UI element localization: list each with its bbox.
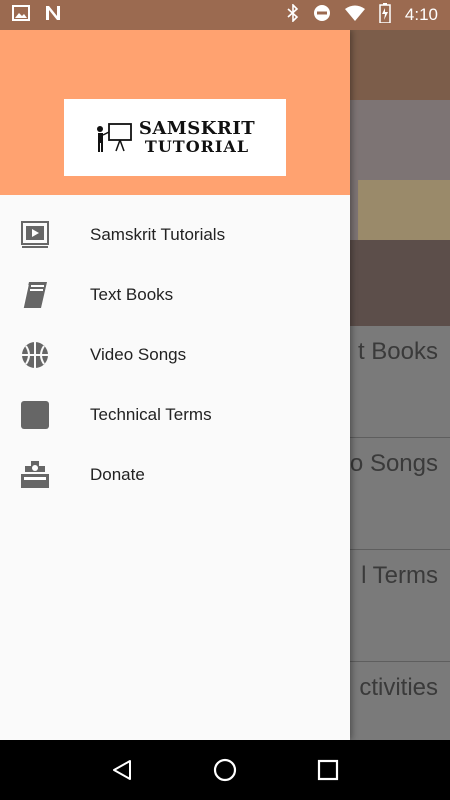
bg-row-technical-terms: l Terms — [350, 550, 450, 662]
menu-item-label: Technical Terms — [90, 405, 212, 424]
bg-row-text-books: t Books — [350, 326, 450, 438]
menu-item-label: Text Books — [90, 285, 174, 304]
wifi-icon — [344, 5, 365, 26]
menu-item-donate[interactable]: Donate — [0, 445, 350, 505]
drawer-menu: Samskrit Tutorials Text Books Video Song… — [0, 205, 350, 505]
logo-text-line2: TUTORIAL — [144, 136, 250, 156]
book-icon — [19, 279, 51, 311]
battery-icon — [379, 2, 391, 28]
menu-item-label: Donate — [90, 465, 145, 484]
basketball-icon — [19, 339, 51, 371]
system-navigation-bar — [0, 740, 450, 800]
square-icon — [19, 399, 51, 431]
bluetooth-icon — [287, 2, 299, 27]
recents-icon[interactable] — [313, 755, 343, 785]
menu-item-label: Video Songs — [90, 345, 187, 364]
donate-box-icon — [19, 459, 51, 491]
drawer-header: SAMSKRIT TUTORIAL — [0, 30, 350, 195]
image-icon — [12, 4, 30, 26]
teacher-board-icon — [96, 122, 132, 152]
menu-item-samskrit-tutorials[interactable]: Samskrit Tutorials — [0, 205, 350, 265]
menu-item-video-songs[interactable]: Video Songs — [0, 325, 350, 385]
menu-item-technical-terms[interactable]: Technical Terms — [0, 385, 350, 445]
video-player-icon — [19, 219, 51, 251]
clock: 4:10 — [404, 5, 438, 24]
home-icon[interactable] — [210, 755, 240, 785]
logo-text-line1: SAMSKRIT — [138, 117, 256, 139]
app-logo: SAMSKRIT TUTORIAL — [64, 99, 286, 176]
navigation-drawer: SAMSKRIT TUTORIAL Samskrit Tutorials Tex… — [0, 30, 350, 740]
menu-item-text-books[interactable]: Text Books — [0, 265, 350, 325]
do-not-disturb-icon — [313, 4, 331, 27]
back-icon[interactable] — [107, 755, 137, 785]
menu-item-label: Samskrit Tutorials — [90, 225, 226, 244]
n-notification-icon — [44, 4, 62, 27]
status-bar: 4:10 — [0, 0, 450, 30]
bg-row-video-songs: o Songs — [350, 438, 450, 550]
app-banner — [350, 100, 450, 326]
